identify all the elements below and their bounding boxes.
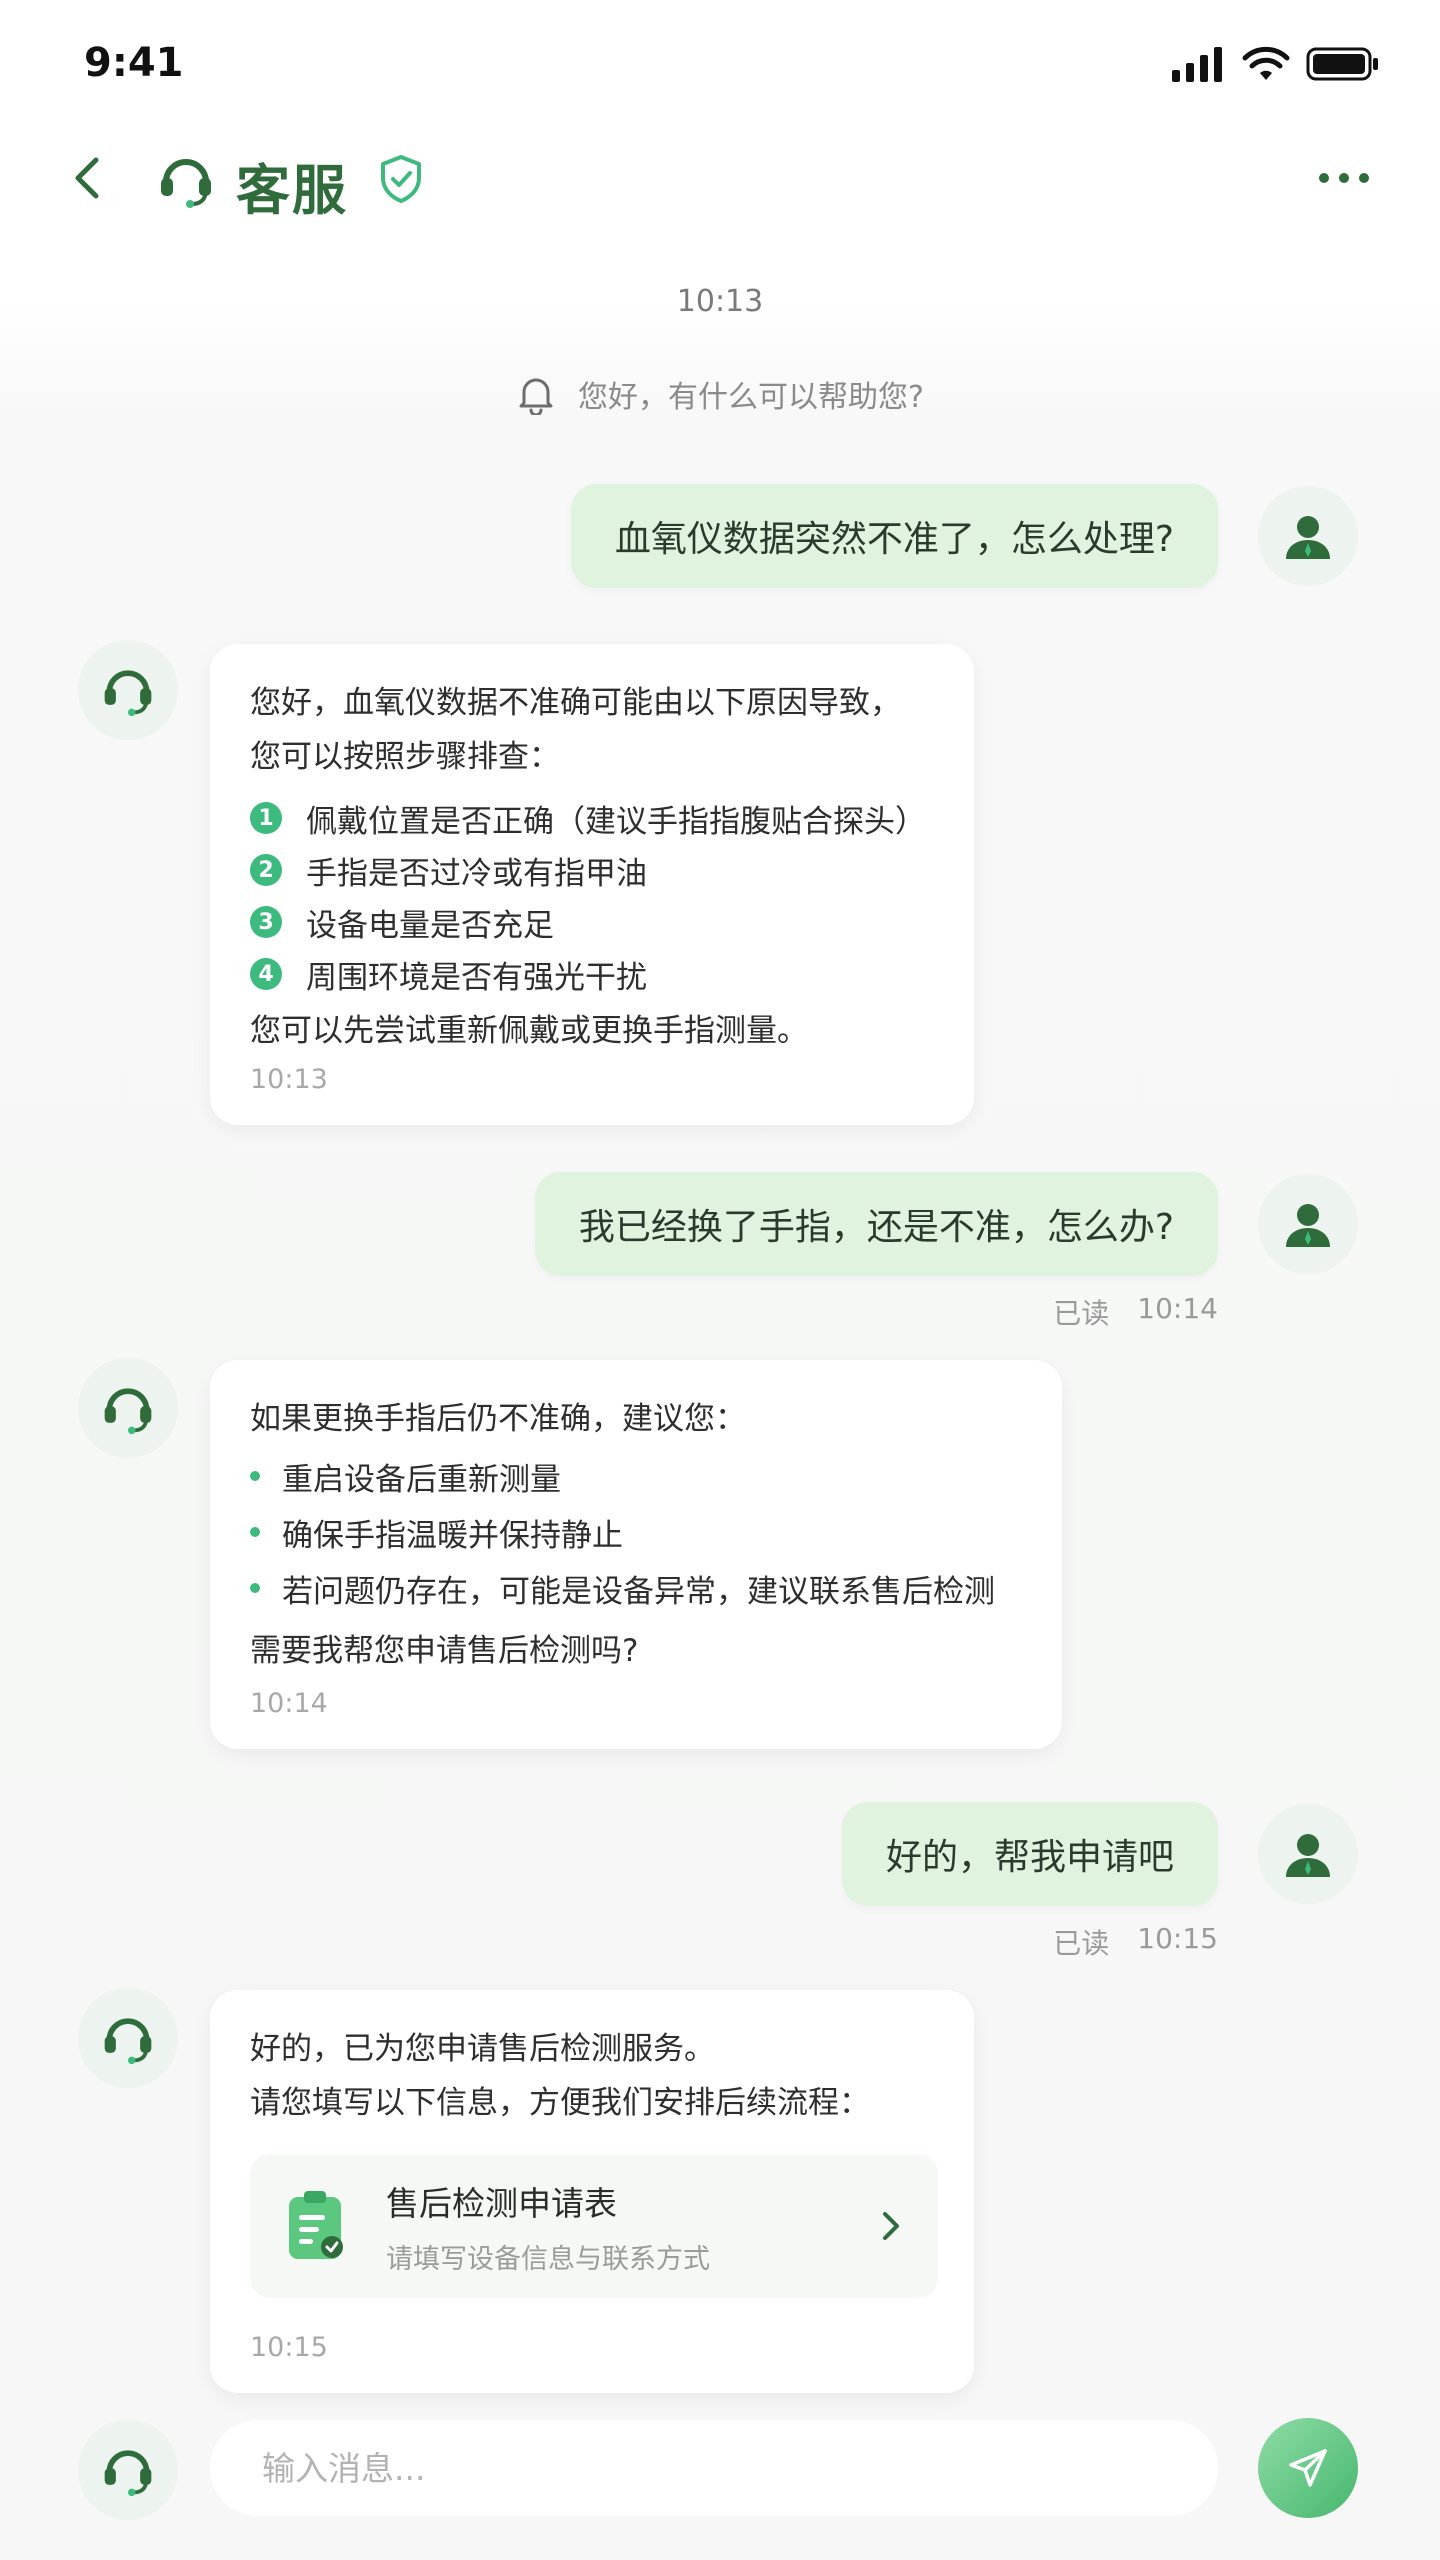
back-button[interactable] [60,148,120,208]
agent-avatar[interactable] [78,640,178,740]
step-number-badge: 2 [250,854,282,886]
user-avatar[interactable] [1258,1804,1358,1904]
steps-list: 1 佩戴位置是否正确（建议手指指腹贴合探头） 2 手指是否过冷或有指甲油 3 设… [250,792,934,1000]
user-icon [1286,1204,1330,1247]
headset-icon [156,150,216,210]
read-status-text: 已读 [1053,1927,1110,1960]
headset-icon [104,2450,152,2497]
suggestions-list: 重启设备后重新测量 确保手指温暖并保持静止 若问题仍存在，可能是设备异常，建议联… [250,1448,1022,1616]
agent-avatar[interactable] [78,2420,178,2520]
agent-message-text: 需要我帮您申请售后检测吗? [250,1633,639,1669]
message-time: 10:14 [1137,1292,1218,1325]
suggestion-text: 重启设备后重新测量 [282,1461,561,1498]
suggestion-text: 若问题仍存在，可能是设备异常，建议联系售后检测 [282,1573,995,1610]
agent-message-bubble: 如果更换手指后仍不准确，建议您： 重启设备后重新测量 确保手指温暖并保持静止 若… [210,1360,1062,1749]
read-status-text: 已读 [1053,1297,1110,1330]
user-message-text: 我已经换了手指，还是不准，怎么办? [578,1207,1174,1248]
send-icon [1289,2449,1327,2487]
message-time: 10:14 [250,1688,328,1719]
list-item: 3 设备电量是否充足 [250,896,934,948]
suggestion-text: 确保手指温暖并保持静止 [282,1517,623,1554]
user-avatar[interactable] [1258,486,1358,586]
list-item: 1 佩戴位置是否正确（建议手指指腹贴合探头） [250,792,934,844]
list-item: 若问题仍存在，可能是设备异常，建议联系售后检测 [250,1560,1022,1616]
read-receipt: 已读 10:15 [1053,1922,1218,1962]
message-input[interactable] [210,2420,1218,2516]
message-time: 10:15 [250,2332,328,2363]
headset-icon [104,2018,152,2065]
agent-message-bubble: 好的，已为您申请售后检测服务。 请您填写以下信息，方便我们安排后续流程： 售后检… [210,1990,974,2393]
back-arrow-icon [75,157,99,199]
system-notice-text: 您好，有什么可以帮助您? [578,380,924,415]
form-card-title: 售后检测申请表 [386,2183,617,2223]
agent-message-bubble: 您好，血氧仪数据不准确可能由以下原因导致， 您可以按照步骤排查： 1 佩戴位置是… [210,644,974,1125]
form-card-subtitle: 请填写设备信息与联系方式 [386,2243,710,2275]
step-text: 周围环境是否有强光干扰 [306,959,647,996]
bullet-dot [250,1527,260,1537]
step-text: 设备电量是否充足 [306,907,554,944]
user-message-bubble: 好的，帮我申请吧 [841,1802,1218,1906]
bell-icon [519,378,553,415]
shield-check-icon [378,154,424,204]
list-item: 重启设备后重新测量 [250,1448,1022,1504]
agent-avatar[interactable] [78,1988,178,2088]
user-message-text: 好的，帮我申请吧 [885,1837,1174,1878]
read-receipt: 已读 10:14 [1053,1292,1218,1332]
agent-avatar[interactable] [78,1358,178,1458]
form-card-text: 售后检测申请表 请填写设备信息与联系方式 [386,2177,876,2276]
user-avatar[interactable] [1258,1174,1358,1274]
status-time: 9:41 [84,40,184,86]
list-item: 2 手指是否过冷或有指甲油 [250,844,934,896]
step-number-badge: 1 [250,802,282,834]
user-icon [1286,516,1330,559]
agent-message-text: 请您填写以下信息，方便我们安排后续流程： [250,2085,870,2121]
more-dots-icon [1319,173,1369,183]
step-number-badge: 3 [250,906,282,938]
headset-icon [104,670,152,717]
battery-icon [1306,47,1378,81]
bullet-dot [250,1471,260,1481]
user-message-bubble: 我已经换了手指，还是不准，怎么办? [534,1172,1218,1276]
wifi-icon [1242,46,1290,80]
step-number-badge: 4 [250,958,282,990]
agent-message-text: 您可以先尝试重新佩戴或更换手指测量。 [250,1013,808,1049]
system-notice: 您好，有什么可以帮助您? [0,372,1440,416]
send-button[interactable] [1258,2418,1358,2518]
signal-icon [1172,47,1222,82]
application-form-card[interactable]: 售后检测申请表 请填写设备信息与联系方式 [250,2154,938,2298]
user-message-bubble: 血氧仪数据突然不准了，怎么处理? [570,484,1218,588]
user-message-text: 血氧仪数据突然不准了，怎么处理? [614,519,1174,560]
agent-message-text: 好的，已为您申请售后检测服务。 [250,2031,715,2067]
step-text: 佩戴位置是否正确（建议手指指腹贴合探头） [306,803,926,840]
list-item: 确保手指温暖并保持静止 [250,1504,1022,1560]
bullet-dot [250,1583,260,1593]
agent-message-text: 您可以按照步骤排查： [250,739,560,775]
user-icon [1286,1834,1330,1877]
form-icon [289,2191,343,2259]
agent-message-text: 如果更换手指后仍不准确，建议您： [250,1401,746,1437]
step-text: 手指是否过冷或有指甲油 [306,855,647,892]
chevron-right-icon [883,2212,899,2240]
message-time: 10:15 [1137,1922,1218,1955]
more-options-button[interactable] [1314,160,1374,196]
status-icons [1170,46,1380,82]
headset-icon [104,1388,152,1435]
agent-message-text: 您好，血氧仪数据不准确可能由以下原因导致， [250,685,901,721]
message-time: 10:13 [250,1064,328,1095]
list-item: 4 周围环境是否有强光干扰 [250,948,934,1000]
chat-start-time: 10:13 [676,284,764,319]
page-title: 客服 [236,159,348,222]
